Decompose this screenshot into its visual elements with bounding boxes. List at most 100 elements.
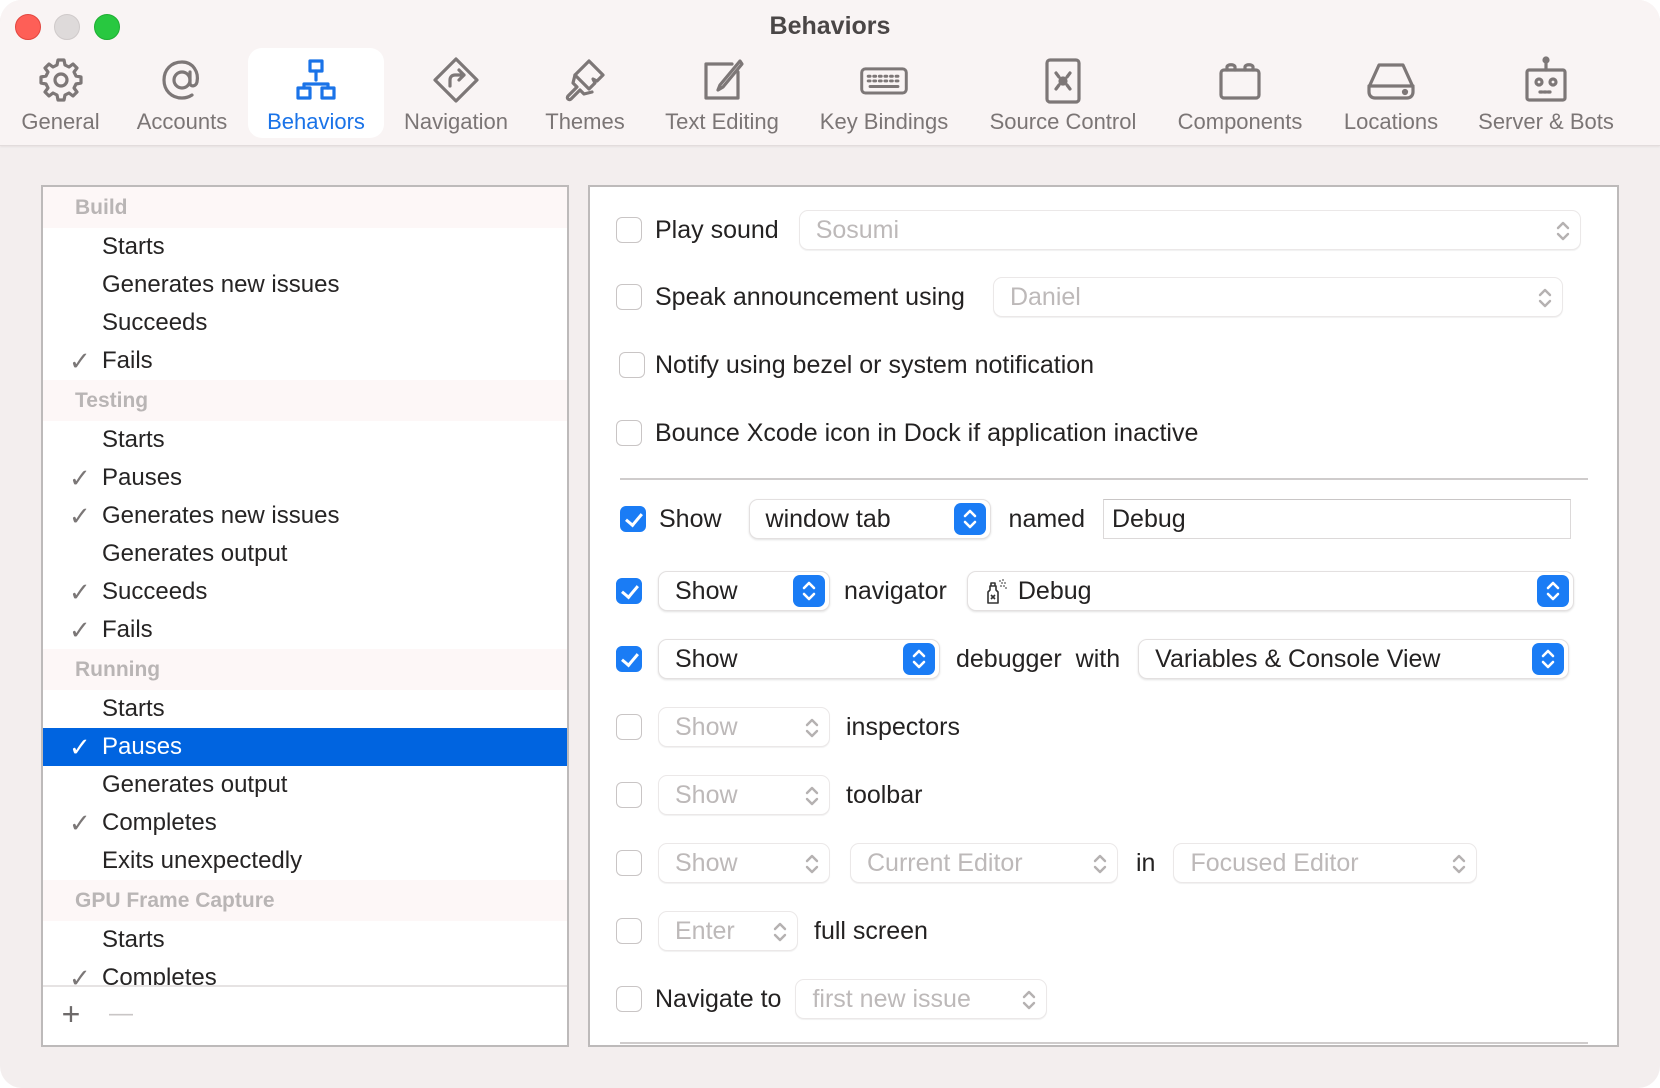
list-item[interactable]: Exits unexpectedly <box>43 842 567 880</box>
editor-target-popup[interactable]: Focused Editor <box>1173 843 1478 883</box>
tab-general[interactable]: General <box>12 48 109 138</box>
editor-popup[interactable]: Current Editor <box>850 843 1118 883</box>
inspectors-action-value: Show <box>675 712 738 741</box>
tab-type-popup[interactable]: window tab <box>748 499 991 539</box>
tab-label: Accounts <box>136 109 228 134</box>
navigator-popup[interactable]: Debug <box>966 571 1574 611</box>
toolbar-checkbox[interactable] <box>616 782 642 808</box>
debugger-row: Show debugger with Variables & Console V… <box>616 637 1570 681</box>
list-item[interactable]: ✓ Completes <box>43 804 567 842</box>
list-item[interactable]: ✓ Pauses <box>43 459 567 497</box>
voice-popup[interactable]: Daniel <box>992 277 1563 317</box>
show-tab-checkbox[interactable] <box>620 506 646 532</box>
bounce-label: Bounce Xcode icon in Dock if application… <box>655 418 1199 447</box>
tab-label: General <box>21 109 100 134</box>
navigate-checkbox[interactable] <box>616 986 642 1012</box>
notify-label: Notify using bezel or system notificatio… <box>655 350 1095 379</box>
toolbar-row: Show toolbar <box>616 773 922 817</box>
list-item[interactable]: Starts <box>43 690 567 728</box>
editor-value: Current Editor <box>867 848 1023 877</box>
list-item[interactable]: ✓ Fails <box>43 611 567 649</box>
list-item[interactable]: Starts <box>43 228 567 266</box>
item-label: Exits unexpectedly <box>102 847 303 874</box>
debugger-action-popup[interactable]: Show <box>658 639 940 679</box>
behaviors-list[interactable]: Build Starts Generates new issues Succee… <box>43 187 567 990</box>
list-item[interactable]: Starts <box>43 921 567 959</box>
list-item[interactable]: Generates new issues <box>43 266 567 304</box>
square-pencil-icon <box>696 54 748 106</box>
sound-popup[interactable]: Sosumi <box>798 210 1581 250</box>
tab-themes[interactable]: Themes <box>536 48 634 138</box>
list-item[interactable]: ✓ Generates new issues <box>43 497 567 535</box>
list-item[interactable]: Starts <box>43 421 567 459</box>
notify-checkbox[interactable] <box>619 352 645 378</box>
fullscreen-checkbox[interactable] <box>616 918 642 944</box>
tab-name-field[interactable]: Debug <box>1103 499 1571 539</box>
notify-row: Notify using bezel or system notificatio… <box>619 343 1094 387</box>
inspectors-row: Show inspectors <box>616 705 960 749</box>
tab-locations[interactable]: Locations <box>1332 48 1450 138</box>
up-down-chevron-icon <box>803 716 821 740</box>
checkmark-icon: ✓ <box>69 463 91 493</box>
up-down-chevron-icon <box>1020 988 1038 1012</box>
item-label: Pauses <box>102 733 183 760</box>
toolbar-action-popup[interactable]: Show <box>658 775 830 815</box>
tab-server-bots[interactable]: Server & Bots <box>1466 48 1626 138</box>
checkmark-icon: ✓ <box>69 732 91 762</box>
drive-icon <box>1365 54 1417 106</box>
checkmark-icon: ✓ <box>69 808 91 838</box>
bounce-checkbox[interactable] <box>616 420 642 446</box>
tab-text-editing[interactable]: Text Editing <box>655 48 789 138</box>
list-item[interactable]: ✓ Fails <box>43 342 567 380</box>
toolbar-label: toolbar <box>846 780 923 809</box>
checkmark-icon: ✓ <box>69 346 91 376</box>
remove-behavior-button[interactable]: — <box>103 997 139 1033</box>
inspectors-action-popup[interactable]: Show <box>658 707 830 747</box>
item-label: Completes <box>102 809 217 836</box>
navigate-target-popup[interactable]: first new issue <box>795 979 1048 1019</box>
navigator-action-value: Show <box>675 576 738 605</box>
play-sound-checkbox[interactable] <box>616 217 642 243</box>
components-icon <box>1214 54 1266 106</box>
play-sound-label: Play sound <box>655 215 779 244</box>
speak-checkbox[interactable] <box>616 284 642 310</box>
play-sound-row: Play sound Sosumi <box>616 208 1581 252</box>
list-item[interactable]: ✓ Succeeds <box>43 573 567 611</box>
speak-label: Speak announcement using <box>655 282 965 311</box>
tab-accounts[interactable]: Accounts <box>129 48 235 138</box>
tab-label: Server & Bots <box>1478 109 1614 134</box>
navigator-action-popup[interactable]: Show <box>658 571 830 611</box>
item-label: Fails <box>102 347 153 374</box>
section-divider <box>620 478 1588 480</box>
editor-checkbox[interactable] <box>616 850 642 876</box>
hierarchy-icon <box>290 54 342 106</box>
tab-components[interactable]: Components <box>1169 48 1311 138</box>
tab-behaviors[interactable]: Behaviors <box>248 48 384 138</box>
up-down-chevron-icon <box>1536 575 1569 607</box>
with-label: with <box>1075 644 1121 673</box>
list-item[interactable]: Generates output <box>43 535 567 573</box>
up-down-chevron-icon <box>903 643 935 675</box>
named-label: named <box>1008 504 1085 533</box>
tab-name-value: Debug <box>1112 504 1186 533</box>
item-label: Starts <box>102 233 165 260</box>
tab-source-control[interactable]: Source Control <box>978 48 1148 138</box>
list-item[interactable]: Generates output <box>43 766 567 804</box>
fullscreen-action-value: Enter <box>675 916 735 945</box>
fullscreen-action-popup[interactable]: Enter <box>658 911 798 951</box>
tab-navigation[interactable]: Navigation <box>398 48 514 138</box>
inspectors-checkbox[interactable] <box>616 714 642 740</box>
preferences-window: Behaviors General Accounts Behaviors Nav… <box>0 0 1660 1088</box>
editor-action-popup[interactable]: Show <box>658 843 830 883</box>
navigator-checkbox[interactable] <box>616 578 642 604</box>
debugger-checkbox[interactable] <box>616 646 642 672</box>
directions-sign-icon <box>430 54 482 106</box>
debugger-view-popup[interactable]: Variables & Console View <box>1138 639 1570 679</box>
add-behavior-button[interactable]: + <box>53 997 89 1033</box>
list-item[interactable]: Succeeds <box>43 304 567 342</box>
item-label: Starts <box>102 695 165 722</box>
tab-key-bindings[interactable]: Key Bindings <box>812 48 956 138</box>
up-down-chevron-icon <box>803 784 821 808</box>
up-down-chevron-icon <box>1450 852 1468 876</box>
list-item-selected[interactable]: ✓ Pauses <box>43 728 567 766</box>
